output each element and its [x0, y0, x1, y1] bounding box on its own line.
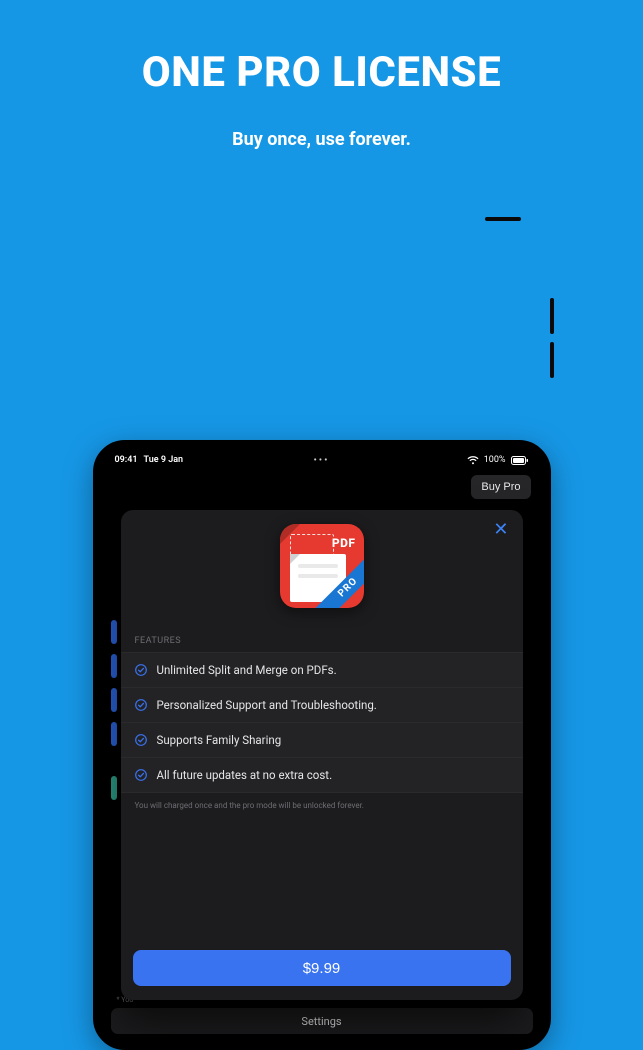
features-list: Unlimited Split and Merge on PDFs. Perso… [121, 652, 523, 793]
hero-title: ONE PRO LICENSE [0, 48, 643, 97]
background-action-hint [111, 620, 117, 644]
background-action-hint [111, 722, 117, 746]
purchase-button[interactable]: $9.99 [133, 950, 511, 986]
check-circle-icon [135, 734, 147, 746]
features-header: FEATURES [121, 636, 523, 652]
battery-icon [511, 456, 529, 465]
feature-row: Supports Family Sharing [121, 722, 523, 757]
status-time: 09:41 [115, 455, 138, 465]
check-circle-icon [135, 699, 147, 711]
background-action-hint [111, 688, 117, 712]
device-frame: 09:41 Tue 9 Jan ••• 100% Buy Pro [93, 220, 551, 830]
purchase-sheet: ✕ PDF PRO FEATURES U [121, 510, 523, 1000]
feature-row: All future updates at no extra cost. [121, 757, 523, 793]
feature-text: Personalized Support and Troubleshooting… [157, 698, 377, 712]
close-icon: ✕ [493, 519, 508, 539]
feature-text: All future updates at no extra cost. [157, 768, 333, 782]
app-icon-pdf-label: PDF [332, 536, 356, 550]
feature-text: Supports Family Sharing [157, 733, 282, 747]
status-battery-pct: 100% [484, 455, 506, 465]
multitask-dots-icon: ••• [313, 455, 329, 466]
device-power-button [485, 217, 521, 221]
check-circle-icon [135, 664, 147, 676]
check-circle-icon [135, 769, 147, 781]
hero-subtitle: Buy once, use forever. [0, 129, 643, 150]
app-topbar: Buy Pro [103, 470, 541, 504]
device-volume-up [550, 298, 554, 334]
device-screen: 09:41 Tue 9 Jan ••• 100% Buy Pro [103, 450, 541, 1040]
feature-row: Unlimited Split and Merge on PDFs. [121, 652, 523, 687]
device-volume-down [550, 342, 554, 378]
app-icon: PDF PRO [280, 524, 364, 608]
buy-pro-button[interactable]: Buy Pro [471, 475, 530, 499]
close-button[interactable]: ✕ [489, 518, 512, 540]
background-action-hint [111, 776, 117, 800]
status-bar: 09:41 Tue 9 Jan ••• 100% [103, 450, 541, 470]
wifi-icon [467, 456, 479, 465]
feature-text: Unlimited Split and Merge on PDFs. [157, 663, 337, 677]
status-date: Tue 9 Jan [144, 455, 184, 465]
settings-button[interactable]: Settings [111, 1008, 533, 1034]
feature-row: Personalized Support and Troubleshooting… [121, 687, 523, 722]
purchase-disclaimer: You will charged once and the pro mode w… [121, 793, 523, 810]
background-action-hint [111, 654, 117, 678]
